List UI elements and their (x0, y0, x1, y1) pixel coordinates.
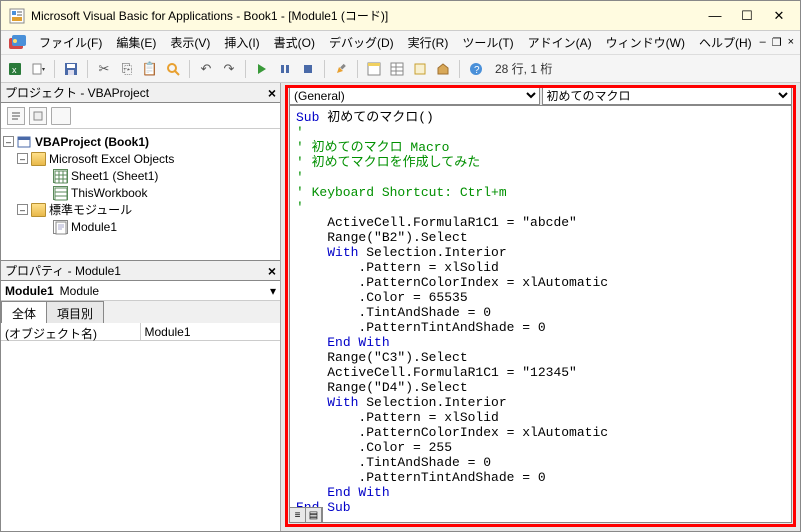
properties-panel-title: プロパティ - Module1 (5, 262, 121, 279)
paste-button[interactable]: 📋 (140, 59, 160, 79)
redo-button[interactable]: ↷ (219, 59, 239, 79)
menu-window[interactable]: ウィンドウ(W) (600, 32, 691, 53)
properties-tab-categorized[interactable]: 項目別 (46, 301, 104, 323)
code-view-toggle[interactable]: ≡ ▤ (290, 507, 323, 522)
save-button[interactable] (61, 59, 81, 79)
property-row[interactable]: (オブジェクト名) Module1 (1, 323, 280, 341)
design-mode-button[interactable] (331, 59, 351, 79)
menu-insert[interactable]: 挿入(I) (218, 32, 265, 53)
object-browser-button[interactable] (410, 59, 430, 79)
toolbox-button[interactable] (433, 59, 453, 79)
menu-view[interactable]: 表示(V) (164, 32, 216, 53)
properties-object-selector[interactable]: Module1 Module ▾ (1, 281, 280, 301)
collapse-icon[interactable]: – (3, 136, 14, 147)
close-button[interactable]: ✕ (772, 9, 786, 23)
project-panel-title: プロジェクト - VBAProject (5, 84, 149, 101)
minimize-button[interactable]: — (708, 9, 722, 23)
mdi-close-button[interactable]: × (788, 36, 794, 49)
svg-text:x: x (12, 65, 17, 75)
title-bar: Microsoft Visual Basic for Applications … (1, 1, 800, 31)
properties-panel-close-button[interactable]: × (268, 263, 276, 279)
app-icon (9, 8, 25, 24)
copy-button[interactable]: ⎘ (117, 59, 137, 79)
code-editor[interactable]: Sub 初めてのマクロ() ' ' 初めてのマクロ Macro ' 初めてマクロ… (289, 105, 792, 523)
procedure-view-button[interactable]: ≡ (290, 508, 306, 522)
maximize-button[interactable]: ☐ (740, 9, 754, 23)
tree-root[interactable]: – VBAProject (Book1) (3, 133, 278, 150)
menu-debug[interactable]: デバッグ(D) (323, 32, 400, 53)
project-tree[interactable]: – VBAProject (Book1) – Microsoft Excel O… (1, 129, 280, 261)
help-button[interactable]: ? (466, 59, 486, 79)
mdi-minimize-button[interactable]: – (760, 36, 766, 49)
code-text[interactable]: Sub 初めてのマクロ() ' ' 初めてのマクロ Macro ' 初めてマクロ… (290, 106, 791, 519)
view-excel-button[interactable]: x (5, 59, 25, 79)
menu-help[interactable]: ヘルプ(H) (693, 32, 758, 53)
view-code-button[interactable] (7, 107, 25, 125)
menu-addins[interactable]: アドイン(A) (522, 32, 598, 53)
menu-bar: ファイル(F) 編集(E) 表示(V) 挿入(I) 書式(O) デバッグ(D) … (1, 31, 800, 55)
vba-icon (7, 34, 27, 52)
project-panel-close-button[interactable]: × (268, 85, 276, 101)
properties-tab-all[interactable]: 全体 (1, 301, 47, 323)
folder-icon (31, 152, 46, 166)
folder-icon (31, 203, 46, 217)
svg-text:?: ? (474, 65, 480, 76)
tree-module1[interactable]: Module1 (3, 218, 278, 235)
workbook-icon (53, 186, 68, 200)
properties-grid[interactable]: (オブジェクト名) Module1 (1, 323, 280, 531)
menu-tools[interactable]: ツール(T) (456, 32, 519, 53)
worksheet-icon (53, 169, 68, 183)
menu-format[interactable]: 書式(O) (268, 32, 321, 53)
tree-thisworkbook[interactable]: ThisWorkbook (3, 184, 278, 201)
property-name: (オブジェクト名) (1, 323, 141, 340)
project-toolbar (1, 103, 280, 129)
menu-edit[interactable]: 編集(E) (110, 32, 162, 53)
toolbar: x ✂ ⎘ 📋 ↶ ↷ ? 28 行, 1 桁 (1, 55, 800, 83)
property-value[interactable]: Module1 (141, 323, 281, 340)
project-explorer-button[interactable] (364, 59, 384, 79)
module-icon (53, 220, 68, 234)
collapse-icon[interactable]: – (17, 204, 28, 215)
project-icon (17, 135, 32, 149)
menu-file[interactable]: ファイル(F) (33, 32, 108, 53)
tree-folder-objects[interactable]: – Microsoft Excel Objects (3, 150, 278, 167)
run-button[interactable] (252, 59, 272, 79)
tree-folder-modules[interactable]: – 標準モジュール (3, 201, 278, 218)
window-title: Microsoft Visual Basic for Applications … (31, 7, 708, 24)
mdi-restore-button[interactable]: ❐ (772, 36, 782, 49)
collapse-icon[interactable]: – (17, 153, 28, 164)
find-button[interactable] (163, 59, 183, 79)
undo-button[interactable]: ↶ (196, 59, 216, 79)
reset-button[interactable] (298, 59, 318, 79)
procedure-dropdown[interactable]: 初めてのマクロ (542, 86, 793, 105)
cut-button[interactable]: ✂ (94, 59, 114, 79)
break-button[interactable] (275, 59, 295, 79)
view-object-button[interactable] (29, 107, 47, 125)
cursor-position: 28 行, 1 桁 (495, 60, 552, 77)
properties-button[interactable] (387, 59, 407, 79)
menu-run[interactable]: 実行(R) (402, 32, 455, 53)
dropdown-icon[interactable]: ▾ (270, 284, 276, 298)
toggle-folders-button[interactable] (51, 107, 71, 125)
insert-dropdown-button[interactable] (28, 59, 48, 79)
full-module-view-button[interactable]: ▤ (306, 508, 322, 522)
project-panel-header: プロジェクト - VBAProject × (1, 83, 280, 103)
properties-panel-header: プロパティ - Module1 × (1, 261, 280, 281)
tree-sheet1[interactable]: Sheet1 (Sheet1) (3, 167, 278, 184)
object-dropdown[interactable]: (General) (289, 86, 540, 105)
